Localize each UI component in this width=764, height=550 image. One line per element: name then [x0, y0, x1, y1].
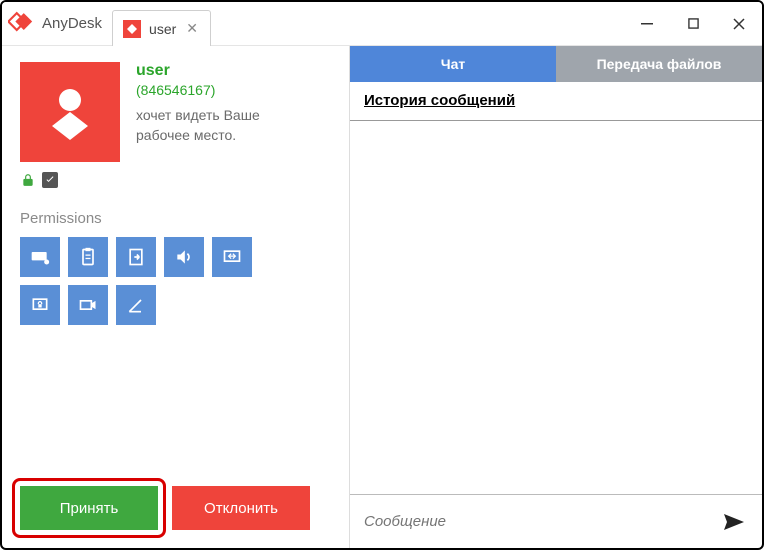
app-window: AnyDesk user ✕ — [0, 0, 764, 550]
perm-display[interactable] — [212, 237, 252, 277]
perm-privacy[interactable] — [20, 285, 60, 325]
perm-clipboard[interactable] — [68, 237, 108, 277]
avatar — [20, 62, 120, 162]
anydesk-logo-icon — [8, 10, 36, 38]
history-header-text: История сообщений — [364, 92, 515, 109]
maximize-button[interactable] — [670, 2, 716, 46]
action-row: Принять Отклонить — [20, 486, 310, 530]
chat-body — [350, 121, 762, 494]
titlebar: AnyDesk user ✕ — [2, 2, 762, 46]
user-info: user (846546167) хочет видеть Ваше рабоч… — [136, 62, 306, 162]
app-title: AnyDesk — [2, 2, 112, 45]
accept-button[interactable]: Принять — [20, 486, 158, 530]
right-tabs: Чат Передача файлов — [350, 46, 762, 82]
left-pane: user (846546167) хочет видеть Ваше рабоч… — [2, 46, 350, 548]
perm-keyboard-mouse[interactable] — [20, 237, 60, 277]
status-row — [20, 172, 331, 188]
message-input[interactable] — [364, 513, 710, 530]
permissions-label: Permissions — [20, 210, 331, 227]
send-button[interactable] — [720, 508, 748, 536]
message-row — [350, 494, 762, 548]
app-name: AnyDesk — [42, 15, 102, 32]
perm-file-transfer[interactable] — [116, 237, 156, 277]
minimize-button[interactable] — [624, 2, 670, 46]
window-controls — [624, 2, 762, 45]
monitor-check-icon — [42, 172, 58, 188]
close-button[interactable] — [716, 2, 762, 46]
tab-user-icon — [123, 20, 141, 38]
user-block: user (846546167) хочет видеть Ваше рабоч… — [20, 62, 331, 162]
close-icon[interactable]: ✕ — [184, 20, 200, 37]
right-pane: Чат Передача файлов История сообщений — [350, 46, 762, 548]
lock-icon — [20, 172, 36, 188]
user-name: user — [136, 62, 306, 80]
tab-label: user — [149, 21, 176, 37]
main: user (846546167) хочет видеть Ваше рабоч… — [2, 46, 762, 548]
permissions-grid — [20, 237, 260, 325]
session-tab[interactable]: user ✕ — [112, 10, 211, 46]
perm-record[interactable] — [68, 285, 108, 325]
tab-file-transfer[interactable]: Передача файлов — [556, 46, 762, 82]
history-header: История сообщений — [350, 82, 762, 121]
perm-whiteboard[interactable] — [116, 285, 156, 325]
tab-chat[interactable]: Чат — [350, 46, 556, 82]
user-desc: хочет видеть Ваше рабочее место. — [136, 106, 306, 145]
perm-audio[interactable] — [164, 237, 204, 277]
decline-button[interactable]: Отклонить — [172, 486, 310, 530]
send-icon — [722, 512, 746, 532]
user-id: (846546167) — [136, 82, 306, 98]
